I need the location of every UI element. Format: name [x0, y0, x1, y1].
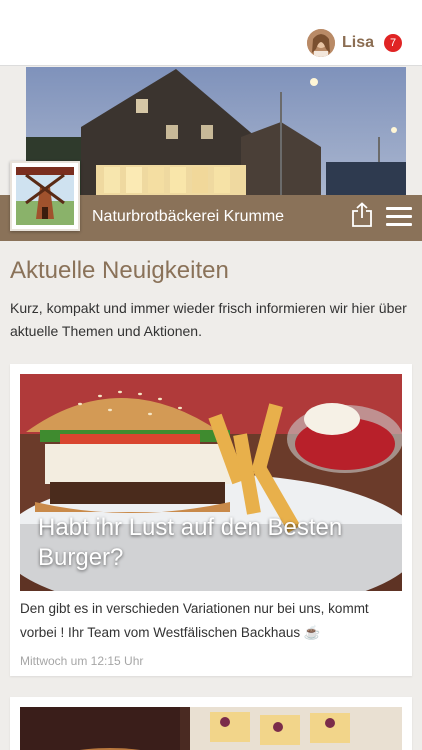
- news-card-title[interactable]: Habt ihr Lust auf den Besten Burger?: [38, 513, 378, 573]
- menu-line: [386, 223, 412, 226]
- avatar[interactable]: [306, 29, 335, 57]
- share-icon[interactable]: [350, 202, 374, 228]
- top-bar: Lisa 7: [0, 0, 422, 66]
- page-title: Aktuelle Neuigkeiten: [10, 257, 229, 284]
- news-card-text: Den gibt es in verschieden Variationen n…: [20, 601, 369, 640]
- bakery-logo: [10, 161, 80, 231]
- hamburger-menu-button[interactable]: [386, 207, 412, 227]
- user-name[interactable]: Lisa: [342, 34, 374, 52]
- news-card[interactable]: [10, 697, 412, 750]
- news-card-image[interactable]: [20, 707, 402, 750]
- news-card-timestamp: Mittwoch um 12:15 Uhr: [20, 654, 144, 668]
- user-profile[interactable]: Lisa 7: [306, 29, 402, 57]
- notification-badge[interactable]: 7: [384, 34, 402, 52]
- brand-title: Naturbrotbäckerei Krumme: [92, 208, 285, 225]
- page-intro: Kurz, kompakt und immer wieder frisch in…: [10, 300, 407, 339]
- menu-line: [386, 207, 412, 210]
- hero-image: [26, 67, 406, 195]
- menu-line: [386, 215, 412, 218]
- share-button[interactable]: [350, 202, 374, 228]
